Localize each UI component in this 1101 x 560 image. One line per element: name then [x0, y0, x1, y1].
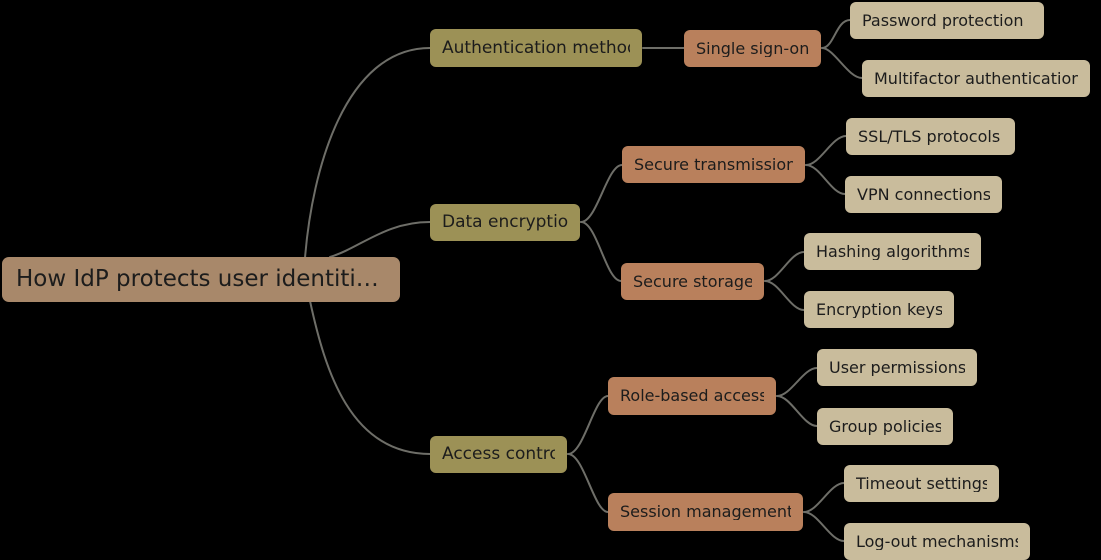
node-hashing-algorithms-label: Hashing algorithms [816, 243, 969, 260]
node-vpn-connections-label: VPN connections [857, 186, 990, 203]
node-session-management[interactable]: Session management [608, 493, 803, 531]
node-group-policies[interactable]: Group policies [817, 408, 953, 445]
connector-transmission-ssl [805, 135, 847, 166]
connector-storage-hashing [764, 251, 805, 282]
node-user-permissions-label: User permissions [829, 359, 965, 376]
node-hashing-algorithms[interactable]: Hashing algorithms [804, 233, 981, 270]
node-secure-transmission-label: Secure transmission [634, 156, 793, 173]
connector-root-authentication [304, 47, 431, 259]
connector-root-data-encryption [329, 221, 431, 258]
node-single-sign-on-label: Single sign-on [696, 40, 809, 57]
node-password-protection-label: Password protection [862, 12, 1024, 29]
node-group-policies-label: Group policies [829, 418, 941, 435]
node-authentication-methods-label: Authentication methods [442, 39, 630, 57]
node-role-based-access[interactable]: Role-based access [608, 377, 776, 415]
node-multifactor-authentication[interactable]: Multifactor authentication [862, 60, 1090, 97]
connector-access-session [567, 453, 609, 513]
node-session-management-label: Session management [620, 504, 791, 520]
node-log-out-mechanisms[interactable]: Log-out mechanisms [844, 523, 1030, 560]
connector-role-group [776, 395, 818, 427]
connector-session-timeout [803, 482, 845, 513]
mind-map-canvas: How IdP protects user identiti… Authenti… [0, 0, 1101, 560]
connector-storage-keys [764, 280, 805, 311]
node-vpn-connections[interactable]: VPN connections [845, 176, 1002, 213]
node-secure-transmission[interactable]: Secure transmission [622, 146, 805, 183]
node-user-permissions[interactable]: User permissions [817, 349, 977, 386]
connector-sso-multifactor [821, 47, 863, 79]
connector-role-permissions [776, 367, 818, 397]
node-encryption-keys-label: Encryption keys [816, 301, 942, 318]
node-ssl-tls-protocols[interactable]: SSL/TLS protocols [846, 118, 1015, 155]
node-data-encryption-label: Data encryption [442, 214, 568, 231]
node-access-control-label: Access control [442, 446, 555, 463]
node-authentication-methods[interactable]: Authentication methods [430, 29, 642, 67]
connector-transmission-vpn [805, 164, 846, 195]
node-multifactor-authentication-label: Multifactor authentication [874, 70, 1078, 87]
node-password-protection[interactable]: Password protection [850, 2, 1044, 39]
node-secure-storage-label: Secure storage [633, 273, 752, 290]
node-ssl-tls-protocols-label: SSL/TLS protocols [858, 128, 1001, 145]
connector-dataenc-storage [580, 221, 622, 282]
node-data-encryption[interactable]: Data encryption [430, 204, 580, 241]
node-single-sign-on[interactable]: Single sign-on [684, 30, 821, 67]
node-timeout-settings-label: Timeout settings [856, 475, 987, 492]
node-secure-storage[interactable]: Secure storage [621, 263, 764, 300]
node-timeout-settings[interactable]: Timeout settings [844, 465, 999, 502]
node-encryption-keys[interactable]: Encryption keys [804, 291, 954, 328]
node-access-control[interactable]: Access control [430, 436, 567, 473]
connector-dataenc-transmission [580, 164, 623, 223]
node-root-label: How IdP protects user identiti… [16, 268, 379, 291]
connector-access-role [567, 395, 609, 455]
node-root[interactable]: How IdP protects user identiti… [2, 257, 400, 302]
connector-sso-password [821, 19, 851, 49]
connector-session-logout [803, 511, 845, 542]
connector-root-access-control [309, 300, 431, 455]
node-role-based-access-label: Role-based access [620, 388, 764, 404]
node-log-out-mechanisms-label: Log-out mechanisms [856, 533, 1018, 550]
